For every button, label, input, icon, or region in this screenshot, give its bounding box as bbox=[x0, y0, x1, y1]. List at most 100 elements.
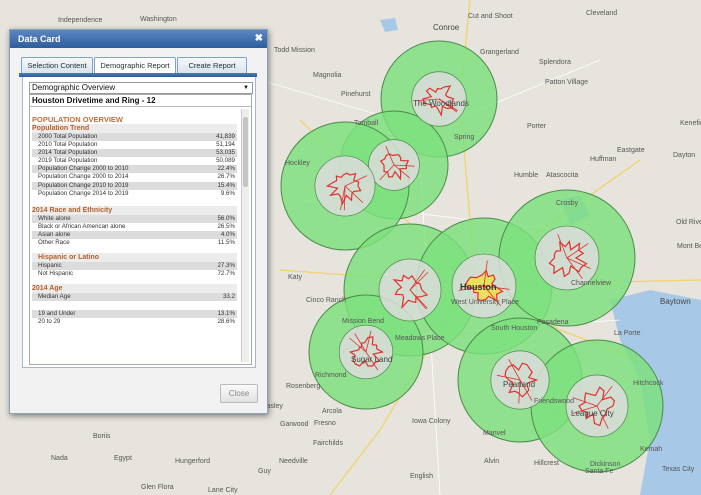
dialog-title-bar[interactable]: Data Card ✖ bbox=[10, 30, 267, 48]
map-label: Cut and Shoot bbox=[468, 13, 513, 20]
report-row-label: Black or African American alone bbox=[38, 222, 126, 230]
map-label: Channelview bbox=[571, 280, 612, 287]
map-label: Kenefick bbox=[680, 120, 701, 127]
age-list: Median Age 33.2 19 and Under 13.1% 20 to 29 2… bbox=[32, 293, 237, 325]
report-row-value: 28.6% bbox=[217, 317, 235, 325]
report-viewer[interactable]: Houston Drivetime and Ring - 12 POPULATI… bbox=[29, 94, 252, 365]
map-label: Needville bbox=[279, 458, 308, 465]
report-row-label: 19 and Under bbox=[38, 309, 76, 317]
map-label: Hillcrest bbox=[534, 460, 559, 467]
report-row-label: Not Hispanic bbox=[38, 270, 74, 278]
tab-demographic-report[interactable]: Demographic Report bbox=[94, 57, 176, 74]
hispanic-list: Hispanic 27.3% Not Hispanic 72.7% bbox=[32, 262, 237, 278]
hispanic-heading: Hispanic or Latino bbox=[32, 253, 237, 263]
map-label: West University Place bbox=[451, 299, 519, 306]
map-label: Patton Village bbox=[545, 79, 589, 86]
map-label: Alvin bbox=[484, 458, 500, 465]
map-label: Manvel bbox=[483, 430, 506, 437]
map-label: Fairchilds bbox=[313, 440, 343, 447]
map-label: Grangerland bbox=[480, 49, 519, 56]
data-card-dialog: Data Card ✖ Selection Content Demographi… bbox=[9, 29, 268, 414]
map-label: Mission Bend bbox=[342, 318, 385, 325]
report-row-value: 51,194 bbox=[216, 141, 235, 149]
chevron-down-icon[interactable]: ▼ bbox=[243, 83, 249, 93]
report-scrollbar[interactable] bbox=[241, 109, 249, 362]
map-label: Boriis bbox=[93, 433, 111, 440]
map-label: Dickinson bbox=[590, 461, 621, 468]
report-row: 19 and Under 13.1% bbox=[32, 309, 237, 318]
map-label: Huffman bbox=[590, 156, 617, 163]
report-row-value: 22.4% bbox=[217, 165, 235, 173]
report-row: Population Change 2000 to 2014 26.7% bbox=[32, 173, 237, 181]
map-label: League City bbox=[571, 409, 614, 418]
map-label: Nada bbox=[51, 455, 68, 462]
map-label: Katy bbox=[288, 274, 303, 281]
map-label: Magnolia bbox=[313, 72, 342, 79]
dialog-title: Data Card bbox=[18, 34, 61, 44]
report-row-label: White alone bbox=[38, 214, 71, 222]
close-button[interactable]: Close bbox=[220, 384, 258, 403]
report-row-value: 13.1% bbox=[217, 309, 235, 317]
map-label: Splendora bbox=[539, 59, 571, 66]
report-row-value: 26.7% bbox=[217, 173, 235, 181]
report-row-value: 72.7% bbox=[217, 270, 235, 278]
report-row-value: 9.6% bbox=[220, 189, 235, 197]
report-row: Asian alone 4.0% bbox=[32, 230, 237, 240]
map-label: Guy bbox=[258, 468, 271, 475]
race-list: White alone 56.0% Black or African America… bbox=[32, 214, 237, 247]
map-label: Houston bbox=[460, 282, 497, 292]
report-row: Population Change 2010 to 2019 15.4% bbox=[32, 181, 237, 190]
map-label: Atascocita bbox=[546, 172, 579, 179]
map-label: Hockley bbox=[285, 160, 310, 167]
map-label: Todd Mission bbox=[274, 47, 315, 54]
report-row: 2019 Total Population 50,089 bbox=[32, 157, 237, 165]
map-label: Porter bbox=[527, 123, 547, 130]
map-label: Dayton bbox=[673, 152, 696, 159]
map-label: Iowa Colony bbox=[412, 418, 451, 425]
map-label: Hungerford bbox=[175, 458, 211, 465]
report-row-label: Population Change 2010 to 2019 bbox=[38, 181, 129, 189]
report-row-label: 2000 Total Population bbox=[38, 133, 98, 140]
report-row-value: 53,035 bbox=[216, 149, 235, 157]
report-row-value: 33.2 bbox=[222, 293, 235, 301]
report-row-label: 2014 Total Population bbox=[38, 149, 98, 157]
report-row-label: Other Race bbox=[38, 239, 70, 247]
map-label: Pearland bbox=[503, 380, 536, 389]
report-row-value: 27.3% bbox=[217, 262, 235, 270]
report-row-value: 41,839 bbox=[216, 133, 235, 140]
report-row-value: 26.5% bbox=[217, 222, 235, 230]
race-heading: 2014 Race and Ethnicity bbox=[32, 205, 237, 215]
report-row-label: Population Change 2000 to 2014 bbox=[38, 173, 129, 181]
map-label: Old River- bbox=[676, 219, 701, 226]
tab-create-report[interactable]: Create Report bbox=[177, 57, 247, 74]
report-row: Not Hispanic 72.7% bbox=[32, 270, 237, 278]
map-label: Mont Belvieu bbox=[677, 243, 701, 250]
report-row: Black or African American alone 26.5% bbox=[32, 223, 237, 231]
report-row-label: 2010 Total Population bbox=[38, 141, 98, 149]
map-label: Pasadena bbox=[537, 319, 569, 326]
report-row: Population Change 2000 to 2010 22.4% bbox=[32, 165, 237, 174]
population-trend-list: 2000 Total Population 41,839 2010 Total Po… bbox=[32, 133, 237, 198]
close-icon[interactable]: ✖ bbox=[255, 30, 263, 48]
map-label: Cleveland bbox=[586, 10, 618, 17]
report-type-select[interactable]: Demographic Overview ▼ bbox=[29, 82, 253, 94]
map-label: South Houston bbox=[491, 325, 538, 332]
report-row-label: 20 to 29 bbox=[38, 317, 61, 325]
map-label: Garwood bbox=[280, 421, 309, 428]
report-row: Other Race 11.5% bbox=[32, 239, 237, 247]
tab-selection-content[interactable]: Selection Content bbox=[21, 57, 93, 74]
scrollbar-thumb[interactable] bbox=[243, 117, 248, 187]
report-row: Median Age 33.2 bbox=[32, 293, 237, 302]
report-row-value: 50,089 bbox=[216, 157, 235, 165]
map-label: Baytown bbox=[660, 297, 691, 306]
map-label: Pinehurst bbox=[341, 91, 371, 98]
report-row-label: Median Age bbox=[38, 293, 71, 301]
map-label: Eastgate bbox=[617, 147, 645, 154]
map-label: Fresno bbox=[314, 420, 336, 427]
report-row-value: 56.0% bbox=[217, 214, 235, 222]
map-label: Crosby bbox=[556, 200, 579, 207]
report-row-label: Asian alone bbox=[38, 230, 71, 238]
map-label: Richmond bbox=[315, 372, 347, 379]
map-label: Santa Fe bbox=[585, 468, 614, 475]
report-rows: POPULATION OVERVIEW Population Trend 200… bbox=[32, 115, 237, 326]
